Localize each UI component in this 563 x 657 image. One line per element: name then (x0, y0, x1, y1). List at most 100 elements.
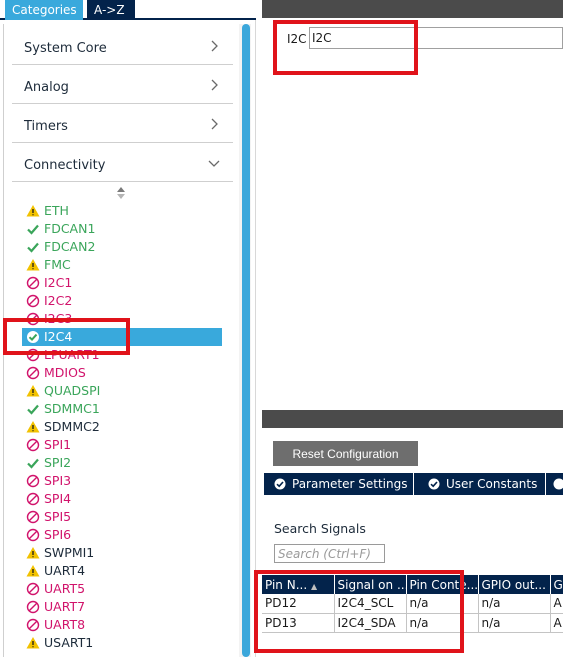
tab-categories[interactable]: Categories (5, 0, 83, 20)
column-header-gpio[interactable]: G (550, 575, 563, 594)
disabled-icon (26, 618, 40, 632)
check-circle-icon (553, 478, 563, 490)
category-timers[interactable]: Timers (12, 105, 233, 143)
column-header-gpio-output[interactable]: GPIO out... (478, 575, 551, 594)
peripheral-label: SPI6 (44, 527, 72, 542)
peripheral-item-i2c2[interactable]: I2C2 (26, 292, 226, 310)
peripheral-label: I2C1 (44, 275, 73, 290)
peripheral-label: SWPMI1 (44, 545, 95, 560)
peripheral-label: SPI4 (44, 491, 72, 506)
peripheral-item-usart1[interactable]: USART1 (26, 634, 226, 652)
peripheral-label: QUADSPI (44, 383, 101, 398)
category-system-core[interactable]: System Core (12, 27, 233, 65)
tab-overflow[interactable] (550, 473, 563, 495)
peripheral-item-spi5[interactable]: SPI5 (26, 508, 226, 526)
peripheral-label: SPI2 (44, 455, 72, 470)
peripheral-item-uart8[interactable]: UART8 (26, 616, 226, 634)
category-label: System Core (24, 41, 107, 56)
reset-configuration-button[interactable]: Reset Configuration (273, 441, 418, 466)
peripheral-label: FMC (44, 257, 71, 272)
cell-gpio: A (550, 613, 563, 633)
tab-user-constants-label: User Constants (446, 477, 538, 491)
peripheral-item-i2c1[interactable]: I2C1 (26, 274, 226, 292)
cell-gpio-output: n/a (478, 594, 551, 614)
scrollbar-thumb[interactable] (242, 24, 250, 657)
tab-parameter-settings-label: Parameter Settings (292, 477, 408, 491)
peripheral-label: FDCAN2 (44, 239, 96, 254)
chevron-right-icon[interactable] (207, 117, 221, 131)
peripheral-label: I2C2 (44, 293, 73, 308)
peripheral-item-eth[interactable]: ETH (26, 202, 226, 220)
peripheral-item-spi3[interactable]: SPI3 (26, 472, 226, 490)
cell-gpio: A (550, 594, 563, 614)
check-icon (27, 458, 39, 469)
disabled-icon (26, 366, 40, 380)
check-icon (27, 404, 39, 415)
check-circle-icon (428, 478, 440, 490)
configuration-tabbar: Parameter Settings User Constants (264, 473, 563, 495)
chevron-right-icon[interactable] (207, 39, 221, 53)
peripheral-item-spi1[interactable]: SPI1 (26, 436, 226, 454)
peripheral-item-mdios[interactable]: MDIOS (26, 364, 226, 382)
peripheral-label: UART5 (44, 581, 86, 596)
peripheral-label: SPI5 (44, 509, 72, 524)
peripheral-label: USART1 (44, 635, 94, 650)
category-connectivity[interactable]: Connectivity (12, 144, 233, 182)
peripheral-item-fmc[interactable]: FMC (26, 256, 226, 274)
peripheral-label: SPI1 (44, 437, 72, 452)
disabled-icon (26, 492, 40, 506)
disabled-icon (26, 582, 40, 596)
peripheral-item-uart4[interactable]: UART4 (26, 562, 226, 580)
category-label: Connectivity (24, 158, 106, 173)
warning-icon (26, 205, 40, 217)
search-signals-label: Search Signals (274, 521, 366, 536)
peripheral-label: UART4 (44, 563, 86, 578)
search-signals-input[interactable] (274, 544, 385, 563)
configuration-header-bar (262, 410, 563, 428)
check-icon (27, 224, 39, 235)
highlight-box-i2c4 (3, 318, 130, 355)
peripheral-label: ETH (44, 203, 69, 218)
warning-icon (26, 259, 40, 271)
peripheral-item-spi4[interactable]: SPI4 (26, 490, 226, 508)
category-analog[interactable]: Analog (12, 66, 233, 104)
disabled-icon (26, 276, 40, 290)
warning-icon (26, 385, 40, 397)
disabled-icon (26, 600, 40, 614)
view-tabbar: Categories A->Z (0, 0, 256, 20)
peripheral-item-sdmmc1[interactable]: SDMMC1 (26, 400, 226, 418)
category-label: Analog (24, 80, 69, 95)
peripheral-label: UART7 (44, 599, 86, 614)
sort-indicator-icon[interactable] (116, 186, 126, 200)
warning-icon (26, 565, 40, 577)
disabled-icon (26, 438, 40, 452)
disabled-icon (26, 474, 40, 488)
tab-a-z[interactable]: A->Z (87, 0, 135, 20)
warning-icon (26, 637, 40, 649)
check-circle-icon (274, 478, 286, 490)
peripheral-item-spi2[interactable]: SPI2 (26, 454, 226, 472)
category-label: Timers (24, 119, 68, 134)
disabled-icon (26, 510, 40, 524)
peripheral-item-fdcan1[interactable]: FDCAN1 (26, 220, 226, 238)
tab-user-constants[interactable]: User Constants (418, 473, 546, 495)
peripheral-item-fdcan2[interactable]: FDCAN2 (26, 238, 226, 256)
peripheral-item-spi6[interactable]: SPI6 (26, 526, 226, 544)
peripheral-item-uart5[interactable]: UART5 (26, 580, 226, 598)
peripheral-label: FDCAN1 (44, 221, 96, 236)
peripheral-item-sdmmc2[interactable]: SDMMC2 (26, 418, 226, 436)
peripheral-item-uart7[interactable]: UART7 (26, 598, 226, 616)
disabled-icon (26, 528, 40, 542)
chevron-down-icon[interactable] (207, 156, 221, 170)
warning-icon (26, 547, 40, 559)
peripheral-label: MDIOS (44, 365, 86, 380)
peripheral-item-swpmi1[interactable]: SWPMI1 (26, 544, 226, 562)
chevron-right-icon[interactable] (207, 78, 221, 92)
mode-header-bar (262, 0, 563, 18)
tab-parameter-settings[interactable]: Parameter Settings (264, 473, 414, 495)
cell-gpio-output: n/a (478, 613, 551, 633)
peripheral-item-quadspi[interactable]: QUADSPI (26, 382, 226, 400)
highlight-box-signals (254, 570, 464, 653)
peripheral-label: SPI3 (44, 473, 72, 488)
peripheral-label: SDMMC1 (44, 401, 100, 416)
